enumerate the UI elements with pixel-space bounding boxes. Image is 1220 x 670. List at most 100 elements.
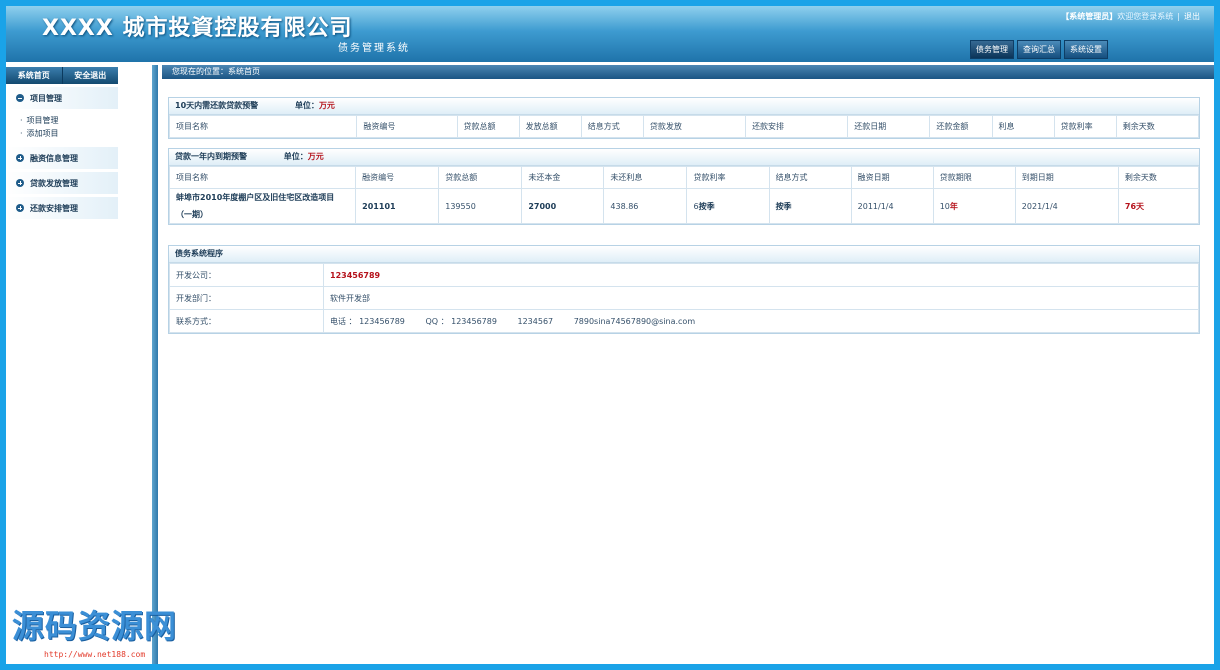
panel-title: 贷款一年内到期预警 [175,152,247,161]
unit-value: 万元 [318,101,335,110]
column-header: 还款日期 [847,115,931,138]
panel-header: 10天内需还款贷款预警 单位：万元 [169,98,1199,115]
menu-group-label: 还款安排管理 [30,203,78,213]
info-value-department: 软件开发部 [323,286,1199,310]
menu-group-repayment[interactable]: 还款安排管理 [6,197,118,219]
sidebar-item-project-management[interactable]: · 项目管理 [20,114,158,127]
cell-financing-code: 201101 [355,188,440,224]
column-header: 融资日期 [850,166,934,189]
column-header: 结息方式 [768,166,852,189]
main-content: 您现在的位置：系统首页 10天内需还款贷款预警 单位：万元 项目名称 融资编号 … [158,65,1214,664]
info-value-company: 123456789 [323,263,1199,287]
rate-unit: 按季 [698,201,715,211]
contact-phone: 电话 ： 123456789 [330,316,405,326]
tab-debt-management[interactable]: 债务管理 [970,40,1014,59]
user-role: 【系统管理员】 [1061,12,1118,21]
system-subtitle: 债务管理系统 [338,43,410,54]
panel-header: 贷款一年内到期预警 单位：万元 [169,149,1199,166]
column-header: 还款金额 [929,115,993,138]
system-info-table: 开发公司： 123456789 开发部门： 软件开发部 联系方式： 电话 ： 1… [169,263,1199,333]
panel-header: 债务系统程序 [169,246,1199,263]
column-header: 剩余天数 [1117,166,1200,189]
tab-query-summary[interactable]: 查询汇总 [1017,40,1061,59]
safe-exit-button[interactable]: 安全退出 [63,67,119,84]
info-row: 开发部门： 软件开发部 [169,286,1199,310]
panel-title: 债务系统程序 [175,249,223,258]
contact-email: 7890sina74567890@sina.com [573,316,696,326]
panel-title: 10天内需还款贷款预警 [175,101,259,110]
column-header: 贷款利率 [1053,115,1117,138]
cell-due-date: 2021/1/4 [1014,188,1119,224]
column-header: 发放总额 [518,115,582,138]
cell-unpaid-principal: 27000 [521,188,605,224]
watermark-text: 源码资源网 [12,607,178,645]
column-header: 结息方式 [580,115,644,138]
menu-group-label: 贷款发放管理 [30,178,78,188]
separator: | [1177,12,1180,21]
column-header: 到期日期 [1014,166,1119,189]
sidebar-item-add-project[interactable]: · 添加项目 [20,127,158,140]
contact-extra: 1234567 [517,316,554,326]
column-header: 融资编号 [355,166,440,189]
cell-financing-date: 2011/1/4 [850,188,934,224]
column-header: 贷款总额 [438,166,523,189]
breadcrumb-prefix: 您现在的位置： [172,67,228,76]
cell-loan-total: 139550 [438,188,523,224]
column-header: 未还利息 [603,166,688,189]
cell-loan-term: 10年 [932,188,1016,224]
cell-project-name: 蚌埠市2010年度棚户区及旧住宅区改造项目（一期） [168,188,357,224]
repayment-warning-table: 项目名称 融资编号 贷款总额 发放总额 结息方式 贷款发放 还款安排 还款日期 … [168,115,1200,138]
system-info-panel: 债务系统程序 开发公司： 123456789 开发部门： 软件开发部 联系方式：… [168,245,1200,334]
logout-link[interactable]: 退出 [1184,12,1200,21]
column-header: 贷款总额 [456,115,520,138]
info-label: 联系方式： [169,309,324,333]
column-header: 还款安排 [745,115,849,138]
breadcrumb-current: 系统首页 [228,67,260,76]
sidebar-item-label: 项目管理 [26,116,59,125]
watermark-url: http://www.net188.com [44,650,146,659]
breadcrumb: 您现在的位置：系统首页 [162,65,1214,79]
menu-group-financing[interactable]: 融资信息管理 [6,147,118,169]
info-label: 开发公司： [169,263,324,287]
term-unit: 年 [949,201,958,211]
expand-icon [16,204,24,212]
cell-remaining-days: 76天 [1117,188,1200,224]
contact-qq: QQ ： 123456789 [425,316,497,326]
menu-group-loan-issuance[interactable]: 贷款发放管理 [6,172,118,194]
expand-icon [16,179,24,187]
column-header: 贷款期限 [932,166,1016,189]
project-submenu: · 项目管理 · 添加项目 [6,109,158,144]
unit-label: 单位： [283,152,308,161]
column-header: 项目名称 [168,166,357,189]
collapse-icon [16,94,24,102]
info-row: 联系方式： 电话 ： 123456789 QQ ： 123456789 1234… [169,309,1199,333]
expand-icon [16,154,24,162]
user-info: 【系统管理员】欢迎您登录系统 | 退出 [1061,11,1200,22]
cell-loan-rate: 6按季 [686,188,770,224]
welcome-text: 欢迎您登录系统 [1117,12,1174,21]
column-header: 剩余天数 [1115,115,1200,138]
cell-interest-method: 按季 [768,188,852,224]
unit-label: 单位： [294,101,319,110]
watermark: 源码资源网 http://www.net188.com [12,608,177,659]
info-value-contact: 电话 ： 123456789 QQ ： 123456789 1234567 78… [323,309,1199,333]
menu-group-label: 项目管理 [30,93,62,103]
column-header: 融资编号 [356,115,458,138]
menu-group-label: 融资信息管理 [30,153,78,163]
menu-group-project[interactable]: 项目管理 [6,87,118,109]
column-header: 项目名称 [168,115,358,138]
loan-expiry-panel: 贷款一年内到期预警 单位：万元 项目名称 融资编号 贷款总额 未还本金 未还利息… [168,148,1200,225]
loan-expiry-table: 项目名称 融资编号 贷款总额 未还本金 未还利息 贷款利率 结息方式 融资日期 … [168,166,1200,224]
top-nav: 债务管理 查询汇总 系统设置 [970,40,1108,59]
table-row[interactable]: 蚌埠市2010年度棚户区及旧住宅区改造项目（一期） 201101 139550 … [168,188,1200,224]
sidebar-top-buttons: 系统首页 安全退出 [6,67,118,84]
repayment-warning-panel: 10天内需还款贷款预警 单位：万元 项目名称 融资编号 贷款总额 发放总额 结息… [168,97,1200,139]
tab-system-settings[interactable]: 系统设置 [1064,40,1108,59]
column-header: 利息 [991,115,1055,138]
home-button[interactable]: 系统首页 [6,67,63,84]
column-header: 未还本金 [521,166,605,189]
column-header: 贷款利率 [686,166,770,189]
header: XXXX 城市投資控股有限公司 债务管理系统 【系统管理员】欢迎您登录系统 | 退出… [6,6,1214,63]
bullet-icon: · [20,116,23,125]
term-number: 10 [939,201,950,211]
